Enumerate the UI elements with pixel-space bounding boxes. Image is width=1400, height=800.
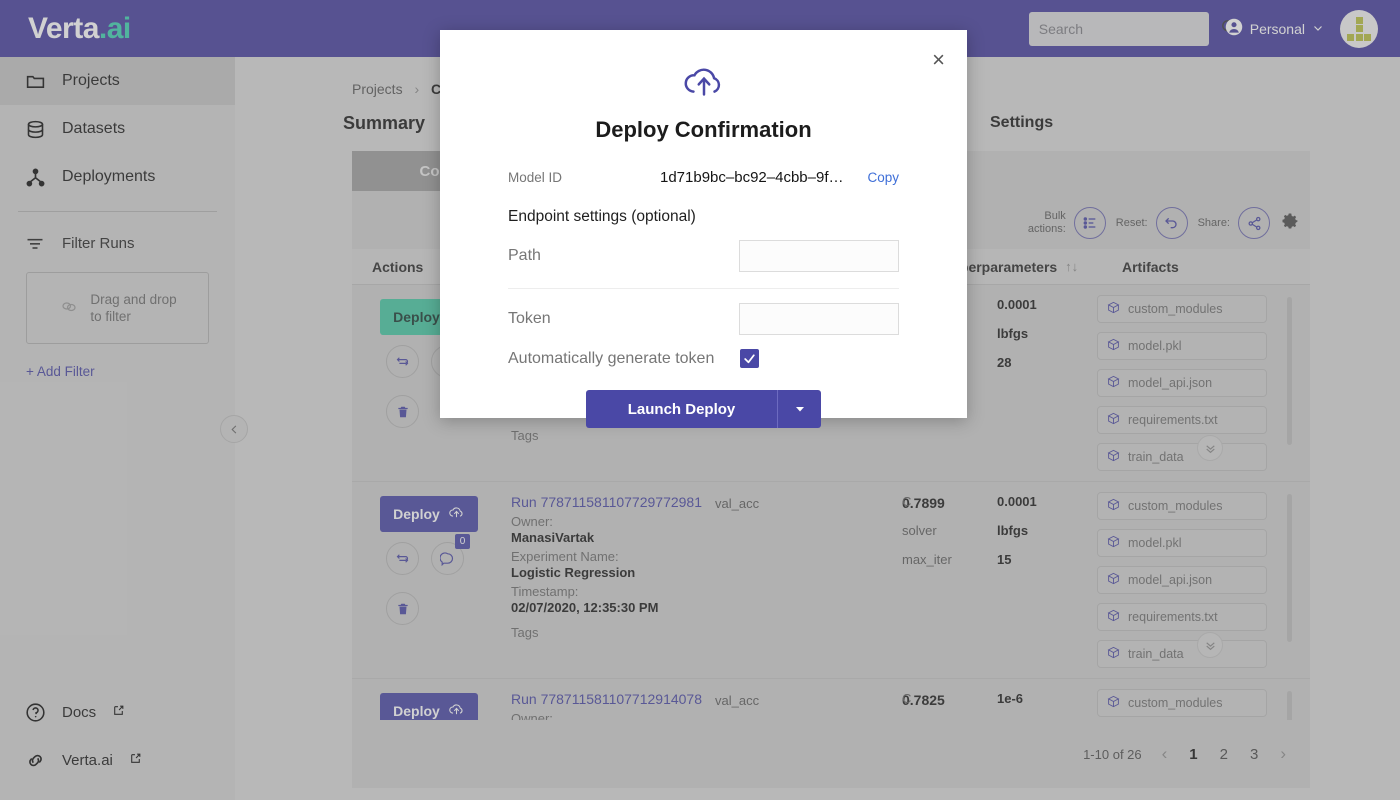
auto-token-row: Automatically generate token: [440, 349, 967, 368]
copy-model-id-button[interactable]: Copy: [867, 170, 899, 185]
deploy-confirmation-modal: × Deploy Confirmation Model ID 1d71b9bc–…: [440, 30, 967, 428]
auto-token-label: Automatically generate token: [508, 349, 715, 367]
app-root: Verta.ai Personal: [0, 0, 1400, 800]
field-divider: [508, 288, 899, 289]
path-field-row: Path: [440, 240, 967, 272]
path-label: Path: [508, 247, 541, 264]
launch-deploy-split-button[interactable]: Launch Deploy: [585, 390, 822, 428]
model-id-row: Model ID 1d71b9bc–bc92–4cbb–9f… Copy: [440, 169, 967, 186]
token-label: Token: [508, 310, 551, 327]
launch-deploy-button[interactable]: Launch Deploy: [585, 390, 778, 428]
model-id-value: 1d71b9bc–bc92–4cbb–9f…: [660, 169, 844, 186]
caret-down-icon: [795, 407, 804, 412]
model-id-label: Model ID: [508, 170, 563, 185]
auto-generate-token-checkbox[interactable]: [740, 349, 759, 368]
modal-title: Deploy Confirmation: [595, 117, 812, 142]
token-input[interactable]: [739, 303, 899, 335]
endpoint-settings-heading: Endpoint settings (optional): [508, 208, 696, 225]
token-field-row: Token: [440, 303, 967, 335]
launch-deploy-dropdown-button[interactable]: [777, 390, 822, 428]
modal-actions: Launch Deploy: [440, 390, 967, 428]
close-icon[interactable]: ×: [932, 49, 945, 71]
path-input[interactable]: [739, 240, 899, 272]
cloud-upload-icon: [681, 62, 727, 107]
check-icon: [744, 354, 755, 364]
